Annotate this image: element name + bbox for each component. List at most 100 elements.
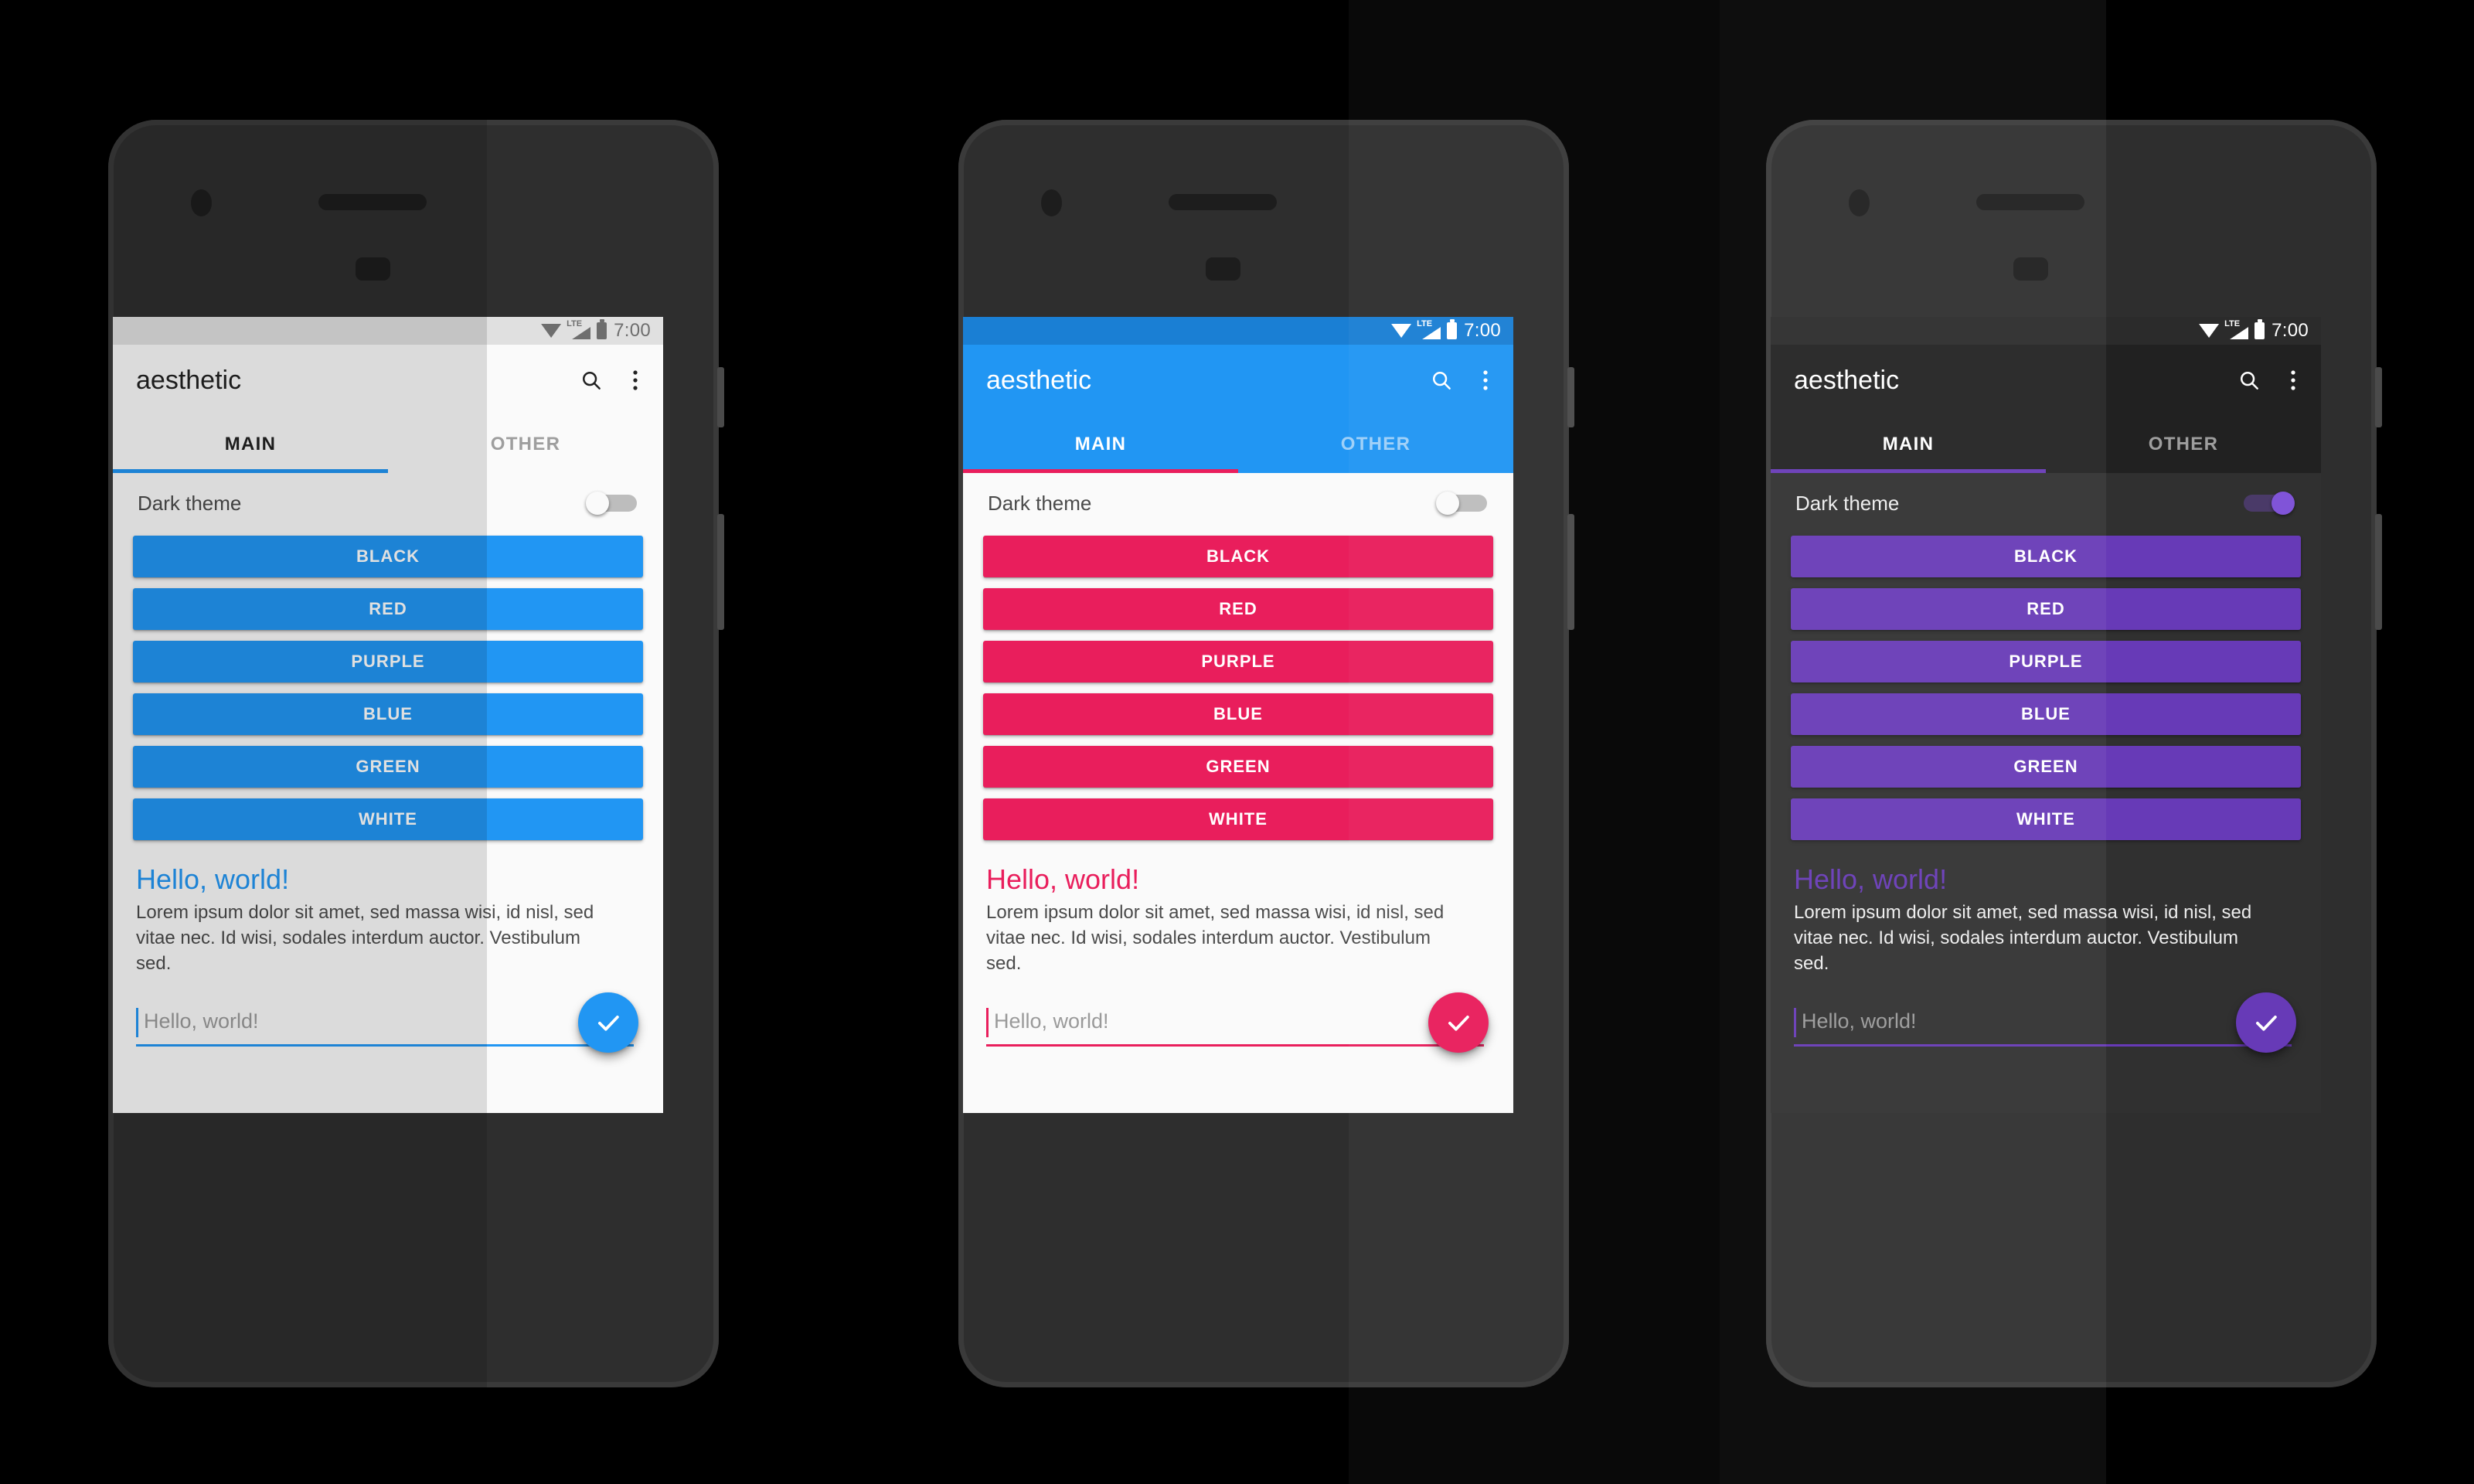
status-icons: LTE	[541, 319, 607, 339]
dark-theme-toggle[interactable]	[1436, 492, 1487, 515]
text-input-underline	[986, 1043, 1484, 1047]
tab-main[interactable]: MAIN	[113, 416, 388, 473]
lorem-paragraph: Lorem ipsum dolor sit amet, sed massa wi…	[986, 902, 1445, 974]
front-camera-icon	[1041, 189, 1062, 216]
signal-bars-icon	[572, 327, 591, 339]
tab-other[interactable]: OTHER	[2046, 416, 2321, 473]
wifi-icon	[2199, 324, 2220, 338]
toggle-thumb	[1436, 492, 1459, 515]
tab-bar: MAIN OTHER	[113, 416, 663, 473]
color-button-black[interactable]: BLACK	[133, 536, 643, 577]
check-fab[interactable]	[578, 992, 638, 1053]
volume-button[interactable]	[717, 514, 724, 630]
battery-icon	[1447, 319, 1458, 339]
check-fab[interactable]	[1428, 992, 1489, 1053]
phone-screen: LTE 7:00 aesthetic MAIN OTHER Dark theme…	[1771, 317, 2321, 1113]
phone-showcase-scene: LTE 7:00 aesthetic MAIN OTHER Dark theme…	[0, 0, 2474, 1484]
color-button-blue[interactable]: BLUE	[983, 693, 1493, 735]
dark-theme-row: Dark theme	[983, 473, 1493, 533]
text-input-row: Hello, world!	[1791, 992, 2301, 1059]
tab-main[interactable]: MAIN	[1771, 416, 2046, 473]
overflow-menu-icon[interactable]	[1482, 369, 1489, 392]
text-caret	[136, 1007, 138, 1037]
lorem-paragraph: Lorem ipsum dolor sit amet, sed massa wi…	[1794, 902, 2252, 974]
volume-button[interactable]	[1567, 514, 1574, 630]
hello-heading: Hello, world!	[136, 863, 290, 895]
toggle-thumb	[2272, 492, 2295, 515]
dark-theme-toggle[interactable]	[586, 492, 637, 515]
search-icon[interactable]	[1430, 369, 1453, 392]
color-button-purple[interactable]: PURPLE	[983, 641, 1493, 682]
status-bar: LTE 7:00	[1771, 317, 2321, 345]
color-button-list: BLACK RED PURPLE BLUE GREEN WHITE	[983, 533, 1493, 840]
earpiece-speaker	[1976, 194, 2084, 210]
text-caret	[986, 1007, 989, 1037]
status-bar-clock: 7:00	[2272, 320, 2309, 341]
color-button-green[interactable]: GREEN	[983, 746, 1493, 788]
color-button-white[interactable]: WHITE	[983, 798, 1493, 840]
overflow-menu-icon[interactable]	[632, 369, 638, 392]
search-icon[interactable]	[2237, 369, 2261, 392]
power-button[interactable]	[2375, 367, 2382, 427]
color-button-black[interactable]: BLACK	[983, 536, 1493, 577]
color-button-red[interactable]: RED	[983, 588, 1493, 630]
dark-theme-label: Dark theme	[988, 491, 1092, 515]
color-button-white[interactable]: WHITE	[1791, 798, 2301, 840]
tab-other[interactable]: OTHER	[388, 416, 663, 473]
dark-theme-label: Dark theme	[138, 491, 242, 515]
phone-dark-purple: LTE 7:00 aesthetic MAIN OTHER Dark theme…	[1766, 120, 2382, 1387]
phone-screen: LTE 7:00 aesthetic MAIN OTHER Dark theme…	[963, 317, 1513, 1113]
check-fab[interactable]	[2236, 992, 2296, 1053]
text-input-underline	[136, 1043, 634, 1047]
front-camera-icon	[1849, 189, 1870, 216]
lorem-paragraph: Lorem ipsum dolor sit amet, sed massa wi…	[136, 902, 594, 974]
color-button-white[interactable]: WHITE	[133, 798, 643, 840]
toggle-thumb	[586, 492, 609, 515]
dark-theme-row: Dark theme	[133, 473, 643, 533]
color-button-purple[interactable]: PURPLE	[1791, 641, 2301, 682]
text-input[interactable]: Hello, world!	[1794, 1003, 2292, 1047]
color-button-blue[interactable]: BLUE	[1791, 693, 2301, 735]
color-button-green[interactable]: GREEN	[133, 746, 643, 788]
text-input[interactable]: Hello, world!	[986, 1003, 1484, 1047]
tab-bar: MAIN OTHER	[963, 416, 1513, 473]
app-title: aesthetic	[986, 365, 1092, 395]
volume-button[interactable]	[2375, 514, 2382, 630]
power-button[interactable]	[717, 367, 724, 427]
power-button[interactable]	[1567, 367, 1574, 427]
color-button-red[interactable]: RED	[1791, 588, 2301, 630]
dark-theme-row: Dark theme	[1791, 473, 2301, 533]
text-input-placeholder: Hello, world!	[144, 1009, 259, 1033]
signal-bars-icon	[1422, 327, 1441, 339]
main-content: Dark theme BLACK RED PURPLE BLUE GREEN W…	[1771, 473, 2321, 1113]
app-toolbar: aesthetic	[113, 345, 663, 416]
color-button-red[interactable]: RED	[133, 588, 643, 630]
search-icon[interactable]	[580, 369, 603, 392]
signal-bars-icon	[2230, 327, 2249, 339]
lte-label: LTE	[567, 319, 583, 328]
status-bar: LTE 7:00	[963, 317, 1513, 345]
toolbar-actions	[1430, 369, 1493, 392]
dark-theme-toggle[interactable]	[2244, 492, 2295, 515]
status-bar-clock: 7:00	[1464, 320, 1501, 341]
text-input[interactable]: Hello, world!	[136, 1003, 634, 1047]
lte-label: LTE	[2224, 319, 2241, 328]
tab-main[interactable]: MAIN	[963, 416, 1238, 473]
app-title: aesthetic	[136, 365, 242, 395]
phone-light-blue: LTE 7:00 aesthetic MAIN OTHER Dark theme…	[108, 120, 724, 1387]
lte-signal-icon: LTE	[2224, 319, 2249, 339]
tab-other[interactable]: OTHER	[1238, 416, 1513, 473]
text-caret	[1794, 1007, 1796, 1037]
color-button-black[interactable]: BLACK	[1791, 536, 2301, 577]
status-bar: LTE 7:00	[113, 317, 663, 345]
overflow-menu-icon[interactable]	[2290, 369, 2296, 392]
toolbar-actions	[580, 369, 643, 392]
app-toolbar: aesthetic	[1771, 345, 2321, 416]
color-button-purple[interactable]: PURPLE	[133, 641, 643, 682]
lte-label: LTE	[1417, 319, 1433, 328]
earpiece-speaker	[1169, 194, 1277, 210]
hello-heading: Hello, world!	[1794, 863, 1948, 895]
color-button-blue[interactable]: BLUE	[133, 693, 643, 735]
tab-bar: MAIN OTHER	[1771, 416, 2321, 473]
color-button-green[interactable]: GREEN	[1791, 746, 2301, 788]
